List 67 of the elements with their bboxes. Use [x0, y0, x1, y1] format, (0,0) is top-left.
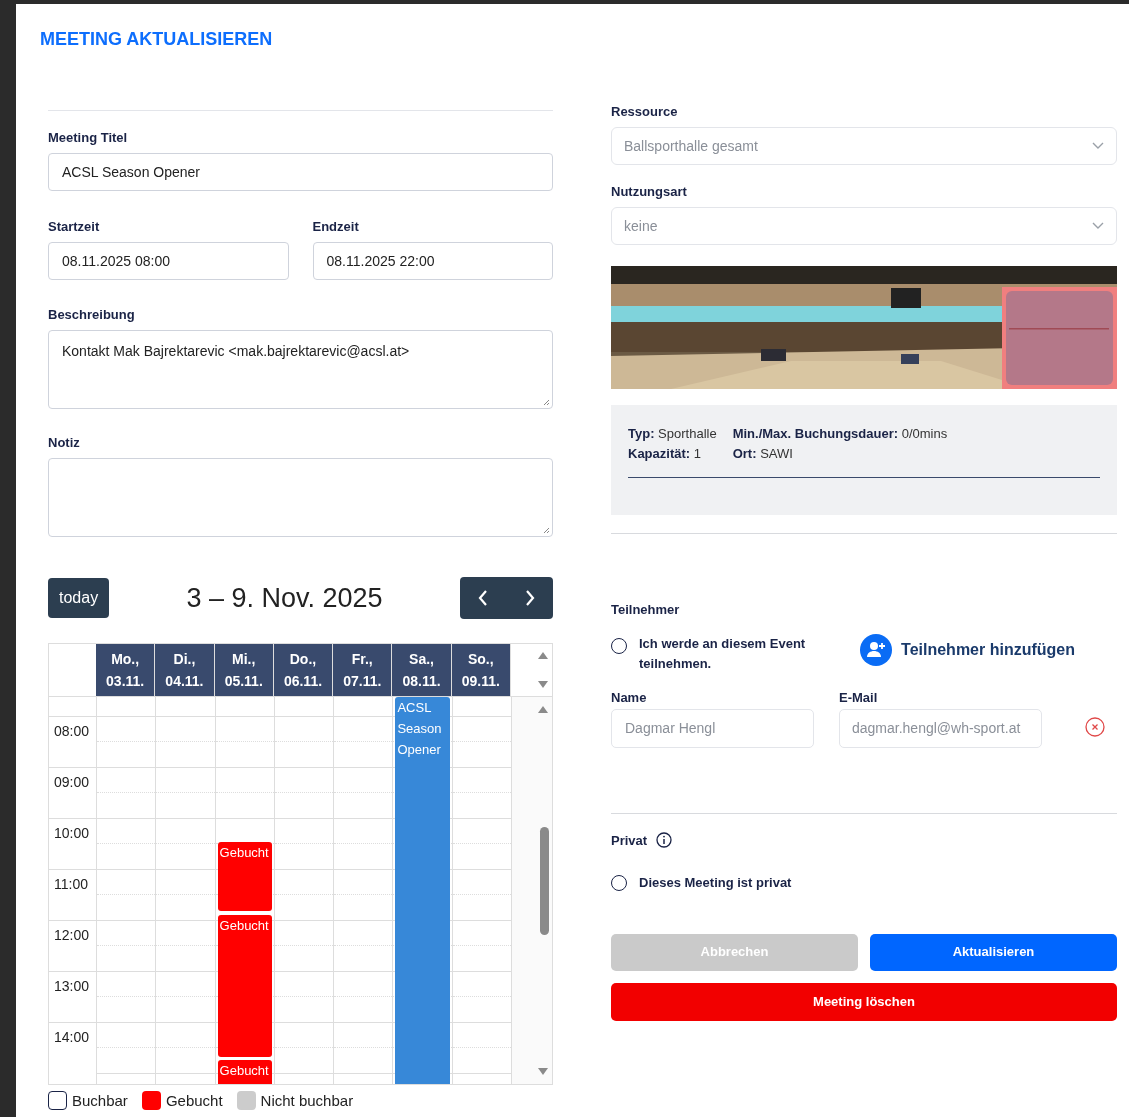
- resize-handle-icon[interactable]: [542, 526, 550, 534]
- detail-text: Typ: Sporthalle: [628, 425, 717, 443]
- chevron-right-icon: [524, 590, 535, 606]
- legend-label: Nicht buchbar: [260, 1092, 354, 1109]
- field-label: Ressource: [611, 103, 679, 121]
- scroll-up-icon[interactable]: [537, 652, 548, 659]
- resize-handle-icon[interactable]: [542, 398, 550, 406]
- day-header: Mo., 03.11.: [96, 644, 156, 696]
- day-header: So., 09.11.: [451, 644, 511, 696]
- chevron-down-icon: [1092, 222, 1104, 230]
- detail-text: Kapazität: 1: [628, 445, 702, 463]
- day-header: Mi., 05.11.: [214, 644, 274, 696]
- field-label: Nutzungsart: [611, 183, 688, 201]
- section-heading: Teilnehmer: [611, 601, 681, 619]
- day-header: Di., 04.11.: [155, 644, 215, 696]
- calendar-event[interactable]: Gebucht: [217, 841, 272, 912]
- add-person-icon: [860, 633, 893, 666]
- field-label: Startzeit: [48, 218, 101, 236]
- time-label: 13:00: [54, 976, 90, 996]
- detail-text: Ort: SAWI: [732, 445, 794, 463]
- input-field[interactable]: 08.11.2025 22:00: [312, 242, 553, 280]
- time-label: 14:00: [54, 1027, 90, 1047]
- radio-button[interactable]: [611, 637, 627, 654]
- field-label: Notiz: [48, 434, 81, 452]
- calendar-range-title: 3 – 9. Nov. 2025: [186, 581, 383, 615]
- field-label: Endzeit: [312, 218, 360, 236]
- calendar-event[interactable]: Gebucht: [217, 1059, 272, 1084]
- field-label: Name: [611, 688, 648, 707]
- remove-icon[interactable]: [1085, 716, 1105, 737]
- input-field[interactable]: 08.11.2025 08:00: [48, 242, 289, 280]
- time-label: 09:00: [54, 772, 90, 792]
- detail-text: Min./Max. Buchungsdauer: 0/0mins: [732, 425, 949, 443]
- field-label: Beschreibung: [48, 306, 136, 324]
- info-icon[interactable]: [656, 832, 673, 849]
- legend-label: Gebucht: [165, 1092, 223, 1109]
- field-label: Meeting Titel: [48, 129, 129, 147]
- add-participant-button[interactable]: Teilnehmer hinzufügen: [860, 633, 1075, 666]
- radio-button[interactable]: [611, 874, 627, 891]
- day-header: Fr., 07.11.: [333, 644, 393, 696]
- day-header: Sa., 08.11.: [392, 644, 452, 696]
- scroll-down-icon[interactable]: [537, 681, 548, 688]
- legend-swatch: [141, 1091, 161, 1110]
- radio-label[interactable]: Ich werde an diesem Event teilnehmen.: [639, 633, 829, 674]
- calendar-event[interactable]: Gebucht: [217, 914, 272, 1058]
- scroll-down-icon[interactable]: [537, 1068, 548, 1075]
- update-button[interactable]: Aktualisieren: [870, 933, 1117, 971]
- time-label: 08:00: [54, 721, 90, 741]
- delete-button[interactable]: Meeting löschen: [611, 982, 1117, 1021]
- day-header: Do., 06.11.: [273, 644, 334, 696]
- legend-swatch: [236, 1091, 256, 1110]
- input-field[interactable]: ACSL Season Opener: [48, 153, 553, 191]
- dialog-title: MEETING AKTUALISIEREN: [39, 28, 274, 49]
- section-heading: Privat: [611, 831, 648, 850]
- time-label: 11:00: [54, 874, 88, 894]
- chevron-left-icon: [478, 590, 488, 606]
- text-area[interactable]: Kontakt Mak Bajrektarevic <mak.bajrektarevic@acsl.at>: [48, 330, 553, 409]
- calendar-event[interactable]: ACSL Season Opener: [395, 697, 450, 1084]
- legend-swatch: [48, 1091, 67, 1110]
- field-label: E-Mail: [839, 688, 879, 707]
- chevron-down-icon: [1092, 142, 1104, 150]
- legend-label: Buchbar: [72, 1092, 128, 1109]
- radio-label[interactable]: Dieses Meeting ist privat: [639, 873, 792, 893]
- time-label: 10:00: [54, 823, 90, 843]
- scroll-up-icon[interactable]: [537, 706, 548, 713]
- scrollbar-thumb[interactable]: [539, 827, 549, 935]
- time-label: 12:00: [54, 925, 90, 945]
- today-button[interactable]: today: [48, 578, 110, 618]
